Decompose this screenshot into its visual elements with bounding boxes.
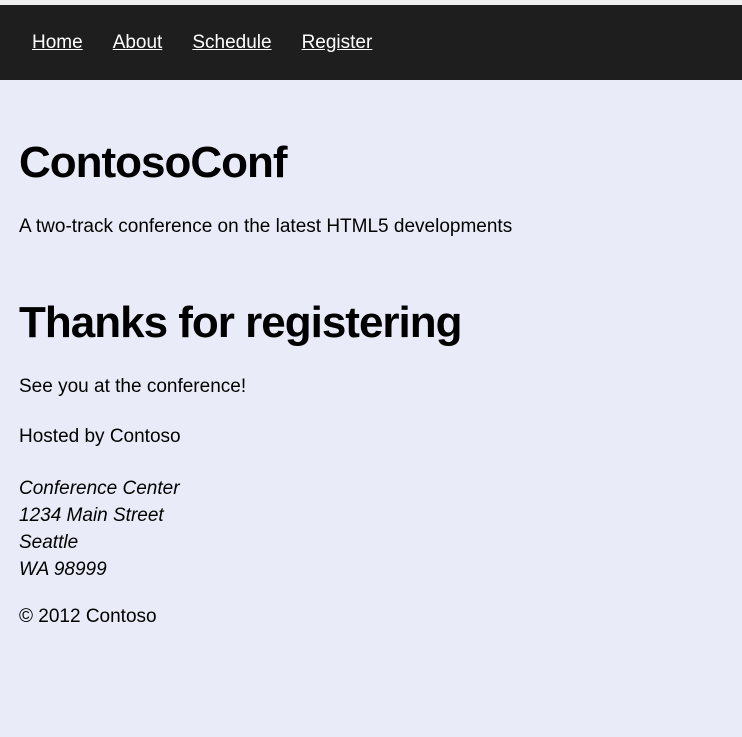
main-nav: Home About Schedule Register — [0, 5, 742, 80]
nav-about-link[interactable]: About — [113, 32, 163, 54]
site-tagline: A two-track conference on the latest HTM… — [19, 216, 513, 237]
site-title: ContosoConf — [19, 138, 288, 187]
nav-schedule-link[interactable]: Schedule — [192, 32, 271, 54]
confirmation-message: See you at the conference! — [19, 376, 247, 397]
address-line: Conference Center — [19, 478, 180, 499]
nav-home-link[interactable]: Home — [32, 32, 83, 54]
address-line: 1234 Main Street — [19, 505, 164, 526]
venue-address: Conference Center 1234 Main Street Seatt… — [19, 475, 180, 583]
copyright: © 2012 Contoso — [19, 606, 157, 627]
address-line: Seattle — [19, 532, 79, 553]
nav-register-link[interactable]: Register — [302, 32, 373, 54]
hosted-by: Hosted by Contoso — [19, 426, 181, 447]
address-line: WA 98999 — [19, 559, 107, 580]
page-heading: Thanks for registering — [19, 298, 463, 347]
